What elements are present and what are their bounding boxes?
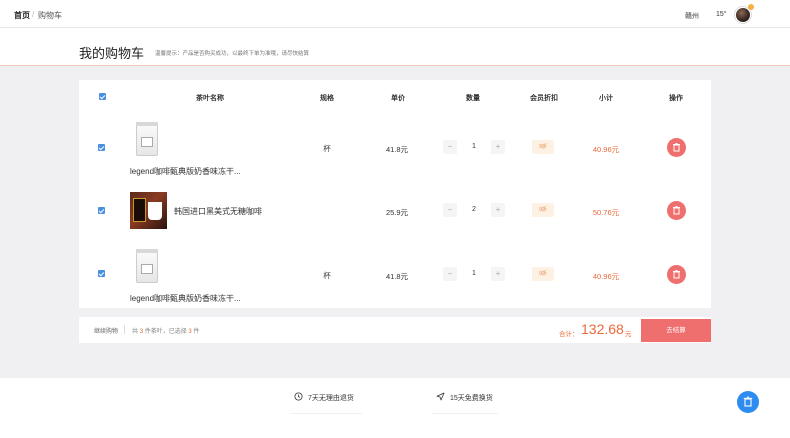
selected-count: 3 <box>188 329 192 335</box>
minus-button[interactable]: − <box>443 140 457 154</box>
row-checkbox[interactable] <box>98 270 105 277</box>
header-quantity: 数量 <box>466 95 480 102</box>
subtotal: 40.96元 <box>592 272 620 281</box>
header-actions: 操作 <box>669 95 683 102</box>
header-price: 单价 <box>391 95 405 102</box>
header-spec: 规格 <box>320 95 334 102</box>
product-thumbnail[interactable] <box>130 192 167 229</box>
feature-exchange: 15天免费换货 <box>436 392 493 403</box>
header-name: 茶叶名称 <box>196 95 224 102</box>
feature-return: 7天无理由退货 <box>294 392 354 403</box>
discount-badge: 9折 <box>532 140 554 154</box>
total-count: 3 <box>139 329 144 335</box>
product-name[interactable]: legend咖啡甄典版奶香味冻干... <box>130 293 241 304</box>
product-thumbnail[interactable] <box>131 122 161 158</box>
top-bar <box>0 0 790 28</box>
total-label: 合计： <box>559 331 579 338</box>
trash-icon <box>673 270 680 279</box>
product-spec: 杯 <box>323 144 331 153</box>
breadcrumb-home[interactable]: 首页 <box>14 10 30 21</box>
checkout-button[interactable]: 去结算 <box>641 319 711 342</box>
trash-icon <box>673 206 680 215</box>
subtotal: 50.76元 <box>592 208 620 217</box>
product-name[interactable]: legend咖啡甄典版奶香味冻干... <box>130 166 241 177</box>
discount-badge: 9折 <box>532 267 554 281</box>
select-all-checkbox[interactable] <box>99 93 106 100</box>
summary-prefix: 共 <box>132 329 139 335</box>
product-name[interactable]: 韩国进口黑美式无糖咖啡 <box>174 206 262 217</box>
feature-label: 15天免费换货 <box>449 395 493 402</box>
discount-badge: 9折 <box>532 203 554 217</box>
feature-label: 7天无理由退货 <box>307 395 354 402</box>
trash-icon <box>673 143 680 152</box>
page-tip: 温馨提示：产品是否购买成功，以最终下单为准哦，请尽快结算 <box>155 51 310 57</box>
total-unit: 元 <box>625 331 632 338</box>
subtotal: 40.96元 <box>592 145 620 154</box>
trash-icon <box>743 396 753 407</box>
plus-button[interactable]: + <box>491 203 505 217</box>
minus-button[interactable]: − <box>443 203 457 217</box>
breadcrumb-separator: / <box>32 10 35 19</box>
clock-icon <box>294 392 303 401</box>
page-title: 我的购物车 <box>79 46 145 61</box>
unit-price: 41.8元 <box>385 272 409 281</box>
send-icon <box>436 392 445 401</box>
summary-suffix: 件 <box>193 329 200 335</box>
unit-price: 25.9元 <box>385 208 409 217</box>
product-spec: 杯 <box>323 271 331 280</box>
avatar-badge <box>748 4 754 10</box>
summary-mid: 件茶叶，已选择 <box>144 329 187 335</box>
delete-button[interactable] <box>667 201 686 220</box>
quantity-stepper: − 1 + <box>443 267 505 281</box>
divider <box>290 413 362 414</box>
city-label: 赣州 <box>685 13 699 20</box>
divider <box>124 325 125 334</box>
delete-button[interactable] <box>667 138 686 157</box>
row-checkbox[interactable] <box>98 207 105 214</box>
floating-action-button[interactable] <box>737 391 759 413</box>
plus-button[interactable]: + <box>491 140 505 154</box>
temperature-label: 15° <box>716 11 727 18</box>
header-discount: 会员折扣 <box>530 95 558 102</box>
unit-price: 41.8元 <box>385 145 409 154</box>
cart-summary: 共 3 件茶叶，已选择 3 件 <box>132 326 199 335</box>
continue-shopping-link[interactable]: 继续购物 <box>94 326 118 335</box>
delete-button[interactable] <box>667 265 686 284</box>
header-subtotal: 小计 <box>599 95 613 102</box>
page-footer <box>0 378 790 438</box>
divider <box>432 413 498 414</box>
plus-button[interactable]: + <box>491 267 505 281</box>
minus-button[interactable]: − <box>443 267 457 281</box>
row-checkbox[interactable] <box>98 144 105 151</box>
quantity-stepper: − 1 + <box>443 140 505 154</box>
breadcrumb-current: 购物车 <box>38 11 62 20</box>
quantity-stepper: − 2 + <box>443 203 505 217</box>
product-thumbnail[interactable] <box>131 249 161 285</box>
quantity-input[interactable]: 1 <box>457 140 491 154</box>
quantity-input[interactable]: 2 <box>457 203 491 217</box>
quantity-input[interactable]: 1 <box>457 267 491 281</box>
total-amount: 132.68 <box>581 321 624 337</box>
